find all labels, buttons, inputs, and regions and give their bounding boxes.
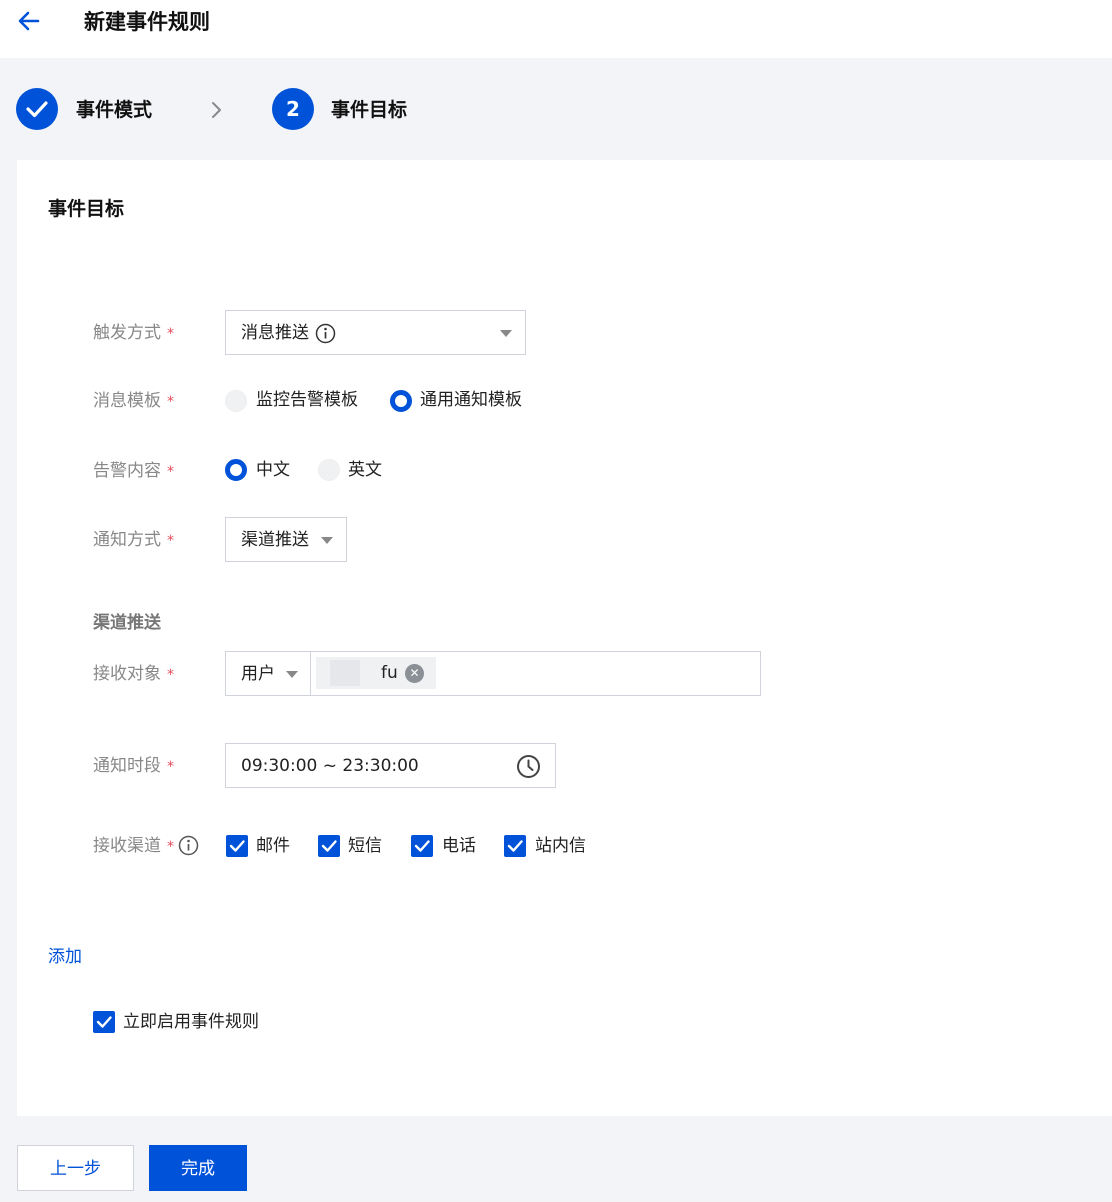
chevron-down-icon <box>321 537 333 544</box>
template-label: 消息模板 * <box>93 391 174 411</box>
channel-sms[interactable]: 短信 <box>348 834 382 858</box>
channel-inbox[interactable]: 站内信 <box>535 834 586 858</box>
notify-method-value: 渠道推送 <box>241 530 309 550</box>
step-done-icon <box>16 88 58 130</box>
trigger-select[interactable]: 消息推送 <box>225 310 526 355</box>
content-label: 告警内容 * <box>93 461 174 481</box>
time-range-picker[interactable]: 09:30:00 ~ 23:30:00 <box>225 743 556 788</box>
receiver-label: 接收对象 * <box>93 664 174 684</box>
receiver-tag-text: fu <box>381 663 398 683</box>
chevron-down-icon <box>286 671 298 678</box>
receiver-tag-redaction <box>330 660 360 686</box>
checkbox-phone[interactable] <box>411 835 433 857</box>
arrow-left-icon[interactable] <box>16 8 42 34</box>
notify-method-select[interactable]: 渠道推送 <box>225 517 347 562</box>
page-header: 新建事件规则 <box>0 0 1112 58</box>
radio-monitor-template[interactable] <box>225 390 247 412</box>
page-title: 新建事件规则 <box>84 10 210 34</box>
channel-section-title: 渠道推送 <box>93 613 161 633</box>
channels-label: 接收渠道 * <box>93 836 174 856</box>
chevron-right-icon <box>212 102 221 118</box>
radio-english[interactable] <box>318 459 340 481</box>
template-option-general[interactable]: 通用通知模板 <box>420 388 522 412</box>
steps-bar: 事件模式 2 事件目标 <box>0 58 1112 160</box>
section-title: 事件目标 <box>48 198 125 220</box>
receiver-type-select[interactable]: 用户 <box>225 651 311 696</box>
trigger-label: 触发方式 * <box>93 323 174 343</box>
channel-email[interactable]: 邮件 <box>256 834 290 858</box>
time-range-value: 09:30:00 ~ 23:30:00 <box>241 756 419 776</box>
form-panel <box>17 160 1112 1116</box>
receiver-type-value: 用户 <box>241 664 275 684</box>
chevron-down-icon <box>500 330 512 337</box>
done-button[interactable]: 完成 <box>149 1145 247 1191</box>
time-range-label: 通知时段 * <box>93 756 174 776</box>
info-icon[interactable] <box>178 835 199 856</box>
radio-general-template[interactable] <box>390 390 412 412</box>
checkbox-enable-rule[interactable] <box>93 1011 115 1033</box>
step-1-label: 事件模式 <box>76 99 153 121</box>
checkbox-email[interactable] <box>226 835 248 857</box>
info-icon[interactable] <box>315 323 336 344</box>
prev-step-button[interactable]: 上一步 <box>17 1145 134 1191</box>
trigger-value: 消息推送 <box>241 323 309 343</box>
close-icon[interactable]: ✕ <box>405 664 424 683</box>
step-2-label: 事件目标 <box>331 99 408 121</box>
notify-method-label: 通知方式 * <box>93 530 174 550</box>
channel-phone[interactable]: 电话 <box>442 834 476 858</box>
radio-chinese[interactable] <box>225 459 247 481</box>
clock-icon <box>517 755 540 778</box>
content-option-chinese[interactable]: 中文 <box>256 458 290 482</box>
step-2-number: 2 <box>272 88 314 130</box>
content-option-english[interactable]: 英文 <box>348 458 382 482</box>
template-option-monitor[interactable]: 监控告警模板 <box>256 388 358 412</box>
checkbox-inbox[interactable] <box>504 835 526 857</box>
add-link[interactable]: 添加 <box>48 945 82 969</box>
enable-rule-label[interactable]: 立即启用事件规则 <box>123 1010 259 1034</box>
checkbox-sms[interactable] <box>318 835 340 857</box>
